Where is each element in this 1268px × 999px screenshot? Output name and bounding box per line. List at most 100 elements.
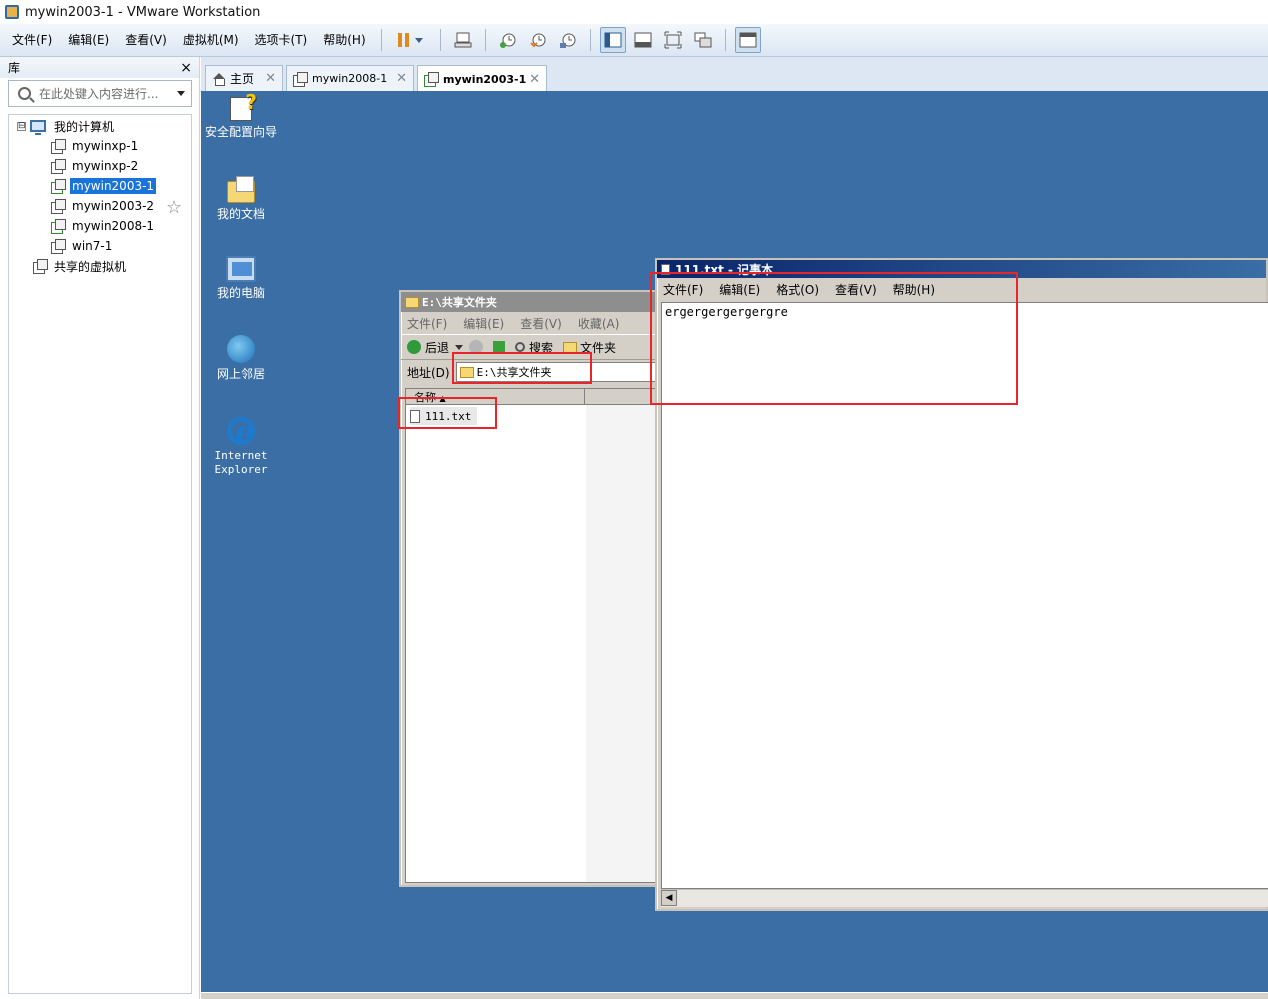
menu-edit[interactable]: 编辑(E) (60, 29, 117, 51)
menu-view[interactable]: 查看(V) (117, 29, 175, 51)
snapshot-manager-button[interactable] (555, 27, 581, 53)
collapse-icon[interactable]: ⊟ (17, 121, 26, 131)
tab-home[interactable]: 主页 ✕ (205, 65, 283, 91)
desktop-icon-security-wizard[interactable]: 安全配置向导 (201, 90, 281, 139)
file-name: 111.txt (425, 409, 472, 423)
explorer-title-bar[interactable]: E:\共享文件夹 (401, 292, 659, 312)
computer-icon (30, 120, 46, 135)
menu-tabs[interactable]: 选项卡(T) (247, 29, 316, 51)
tree-item-shared-vms[interactable]: 共享的虚拟机 (33, 256, 128, 276)
vm-icon (51, 199, 66, 214)
toolbar-separator (589, 29, 591, 51)
take-snapshot-button[interactable] (495, 27, 521, 53)
console-view-button[interactable] (734, 27, 761, 53)
search-icon (515, 342, 526, 352)
pause-button[interactable] (391, 27, 431, 53)
explorer-window[interactable]: E:\共享文件夹 文件(F) 编辑(E) 查看(V) 收藏(A) 后退 搜索 文… (399, 290, 661, 887)
revert-snapshot-button[interactable] (525, 27, 551, 53)
notepad-menu-help[interactable]: 帮助(H) (893, 281, 935, 298)
notepad-menubar: 文件(F) 编辑(E) 格式(O) 查看(V) 帮助(H) (657, 278, 1266, 300)
column-shade (586, 405, 660, 882)
text-file-icon (410, 409, 420, 423)
close-icon[interactable]: ✕ (396, 71, 407, 86)
guest-taskbar (201, 992, 1268, 999)
tree-item-vm[interactable]: mywinxp-1 (51, 136, 140, 156)
send-ctrl-alt-del-icon (454, 32, 472, 48)
tree-item-vm[interactable]: mywin2008-1 (51, 216, 156, 236)
chevron-down-icon[interactable] (177, 91, 185, 96)
security-wizard-icon (230, 90, 257, 121)
column-header-name[interactable]: 名称 ▲ (406, 389, 585, 405)
forward-arrow-icon[interactable] (469, 340, 484, 354)
file-row[interactable]: 111.txt (410, 407, 478, 425)
desktop-icon-internet-explorer[interactable]: Internet Explorer (201, 415, 281, 477)
back-button[interactable]: 后退 (425, 339, 449, 356)
scroll-left-icon[interactable]: ◀ (661, 890, 677, 906)
menu-file[interactable]: 文件(F) (4, 29, 60, 51)
shared-vms-icon (33, 259, 48, 274)
tree-item-vm-selected[interactable]: mywin2003-1 (51, 176, 157, 196)
tree-item-vm[interactable]: mywin2003-2 (51, 196, 156, 216)
window-title: mywin2003-1 - VMware Workstation (25, 4, 261, 20)
explorer-title: E:\共享文件夹 (422, 296, 497, 309)
tree-label: mywin2008-1 (72, 219, 155, 233)
desktop-icon-my-computer[interactable]: 我的电脑 (201, 256, 281, 300)
unity-button[interactable] (690, 27, 716, 53)
notepad-menu-edit[interactable]: 编辑(E) (719, 281, 760, 298)
desktop-icon-label: 网上邻居 (216, 367, 265, 381)
show-library-button[interactable] (599, 27, 626, 53)
search-button[interactable]: 搜索 (529, 339, 553, 356)
vm-running-icon (51, 219, 66, 234)
tree-item-vm[interactable]: win7-1 (51, 236, 114, 256)
notepad-title: 111.txt - 记事本 (675, 262, 774, 277)
search-placeholder: 在此处键入内容进行... (39, 87, 159, 101)
file-list[interactable]: 名称 ▲ 111.txt (405, 388, 660, 883)
folder-icon (405, 296, 419, 308)
up-folder-icon[interactable] (493, 341, 506, 353)
chevron-down-icon[interactable] (455, 344, 464, 350)
vm-running-icon (424, 72, 439, 87)
address-input[interactable]: E:\共享文件夹 (455, 362, 656, 382)
notepad-text-area[interactable]: ergergergergergre (661, 302, 1268, 889)
notepad-menu-view[interactable]: 查看(V) (835, 281, 877, 298)
library-search-input[interactable]: 在此处键入内容进行... (8, 80, 192, 107)
address-bar: 地址(D) E:\共享文件夹 (401, 360, 659, 384)
horizontal-scrollbar[interactable]: ◀ (661, 889, 1268, 907)
thumbnail-bar-button[interactable] (630, 27, 656, 53)
my-documents-icon (227, 176, 255, 203)
notepad-title-bar[interactable]: 111.txt - 记事本 (657, 260, 1266, 278)
menu-vm[interactable]: 虚拟机(M) (175, 29, 247, 51)
notepad-window[interactable]: 111.txt - 记事本 文件(F) 编辑(E) 格式(O) 查看(V) 帮助… (655, 258, 1268, 911)
full-screen-button[interactable] (660, 27, 686, 53)
vm-icon (293, 71, 308, 87)
desktop-icon-my-documents[interactable]: 我的文档 (201, 175, 281, 221)
tab-mywin2003-1[interactable]: mywin2003-1 ✕ (417, 65, 547, 92)
column-header[interactable] (584, 389, 658, 405)
toolbar-separator (724, 29, 726, 51)
library-panel: 库 × 在此处键入内容进行... ⊟ 我的计算机 mywinxp-1 mywin… (0, 57, 200, 999)
notepad-menu-file[interactable]: 文件(F) (663, 281, 703, 298)
tree-item-my-computer[interactable]: ⊟ 我的计算机 (17, 116, 116, 136)
tab-mywin2008-1[interactable]: mywin2008-1 ✕ (286, 65, 414, 91)
close-icon[interactable]: ✕ (265, 71, 276, 86)
desktop-icon-label: Explorer (214, 463, 268, 476)
tree-item-vm[interactable]: mywinxp-2 (51, 156, 140, 176)
menu-help[interactable]: 帮助(H) (315, 29, 373, 51)
explorer-menu-edit[interactable]: 编辑(E) (463, 315, 504, 332)
desktop-icon-network-places[interactable]: 网上邻居 (201, 335, 281, 381)
favorite-star-icon[interactable]: ☆ (166, 197, 182, 218)
close-icon[interactable]: ✕ (529, 72, 540, 87)
snapshot-revert-icon (529, 33, 546, 48)
library-close-icon[interactable]: × (180, 60, 192, 76)
explorer-menu-favorites[interactable]: 收藏(A) (578, 315, 620, 332)
folders-button[interactable]: 文件夹 (580, 339, 616, 356)
vmware-logo-icon (5, 5, 19, 19)
toolbar-separator (484, 29, 486, 51)
back-arrow-icon[interactable] (407, 340, 421, 354)
send-ctrl-alt-del-button[interactable] (450, 27, 476, 53)
explorer-menubar: 文件(F) 编辑(E) 查看(V) 收藏(A) (401, 312, 659, 334)
tree-label: win7-1 (72, 239, 113, 253)
explorer-menu-file[interactable]: 文件(F) (407, 315, 447, 332)
notepad-menu-format[interactable]: 格式(O) (776, 281, 819, 298)
explorer-menu-view[interactable]: 查看(V) (520, 315, 562, 332)
